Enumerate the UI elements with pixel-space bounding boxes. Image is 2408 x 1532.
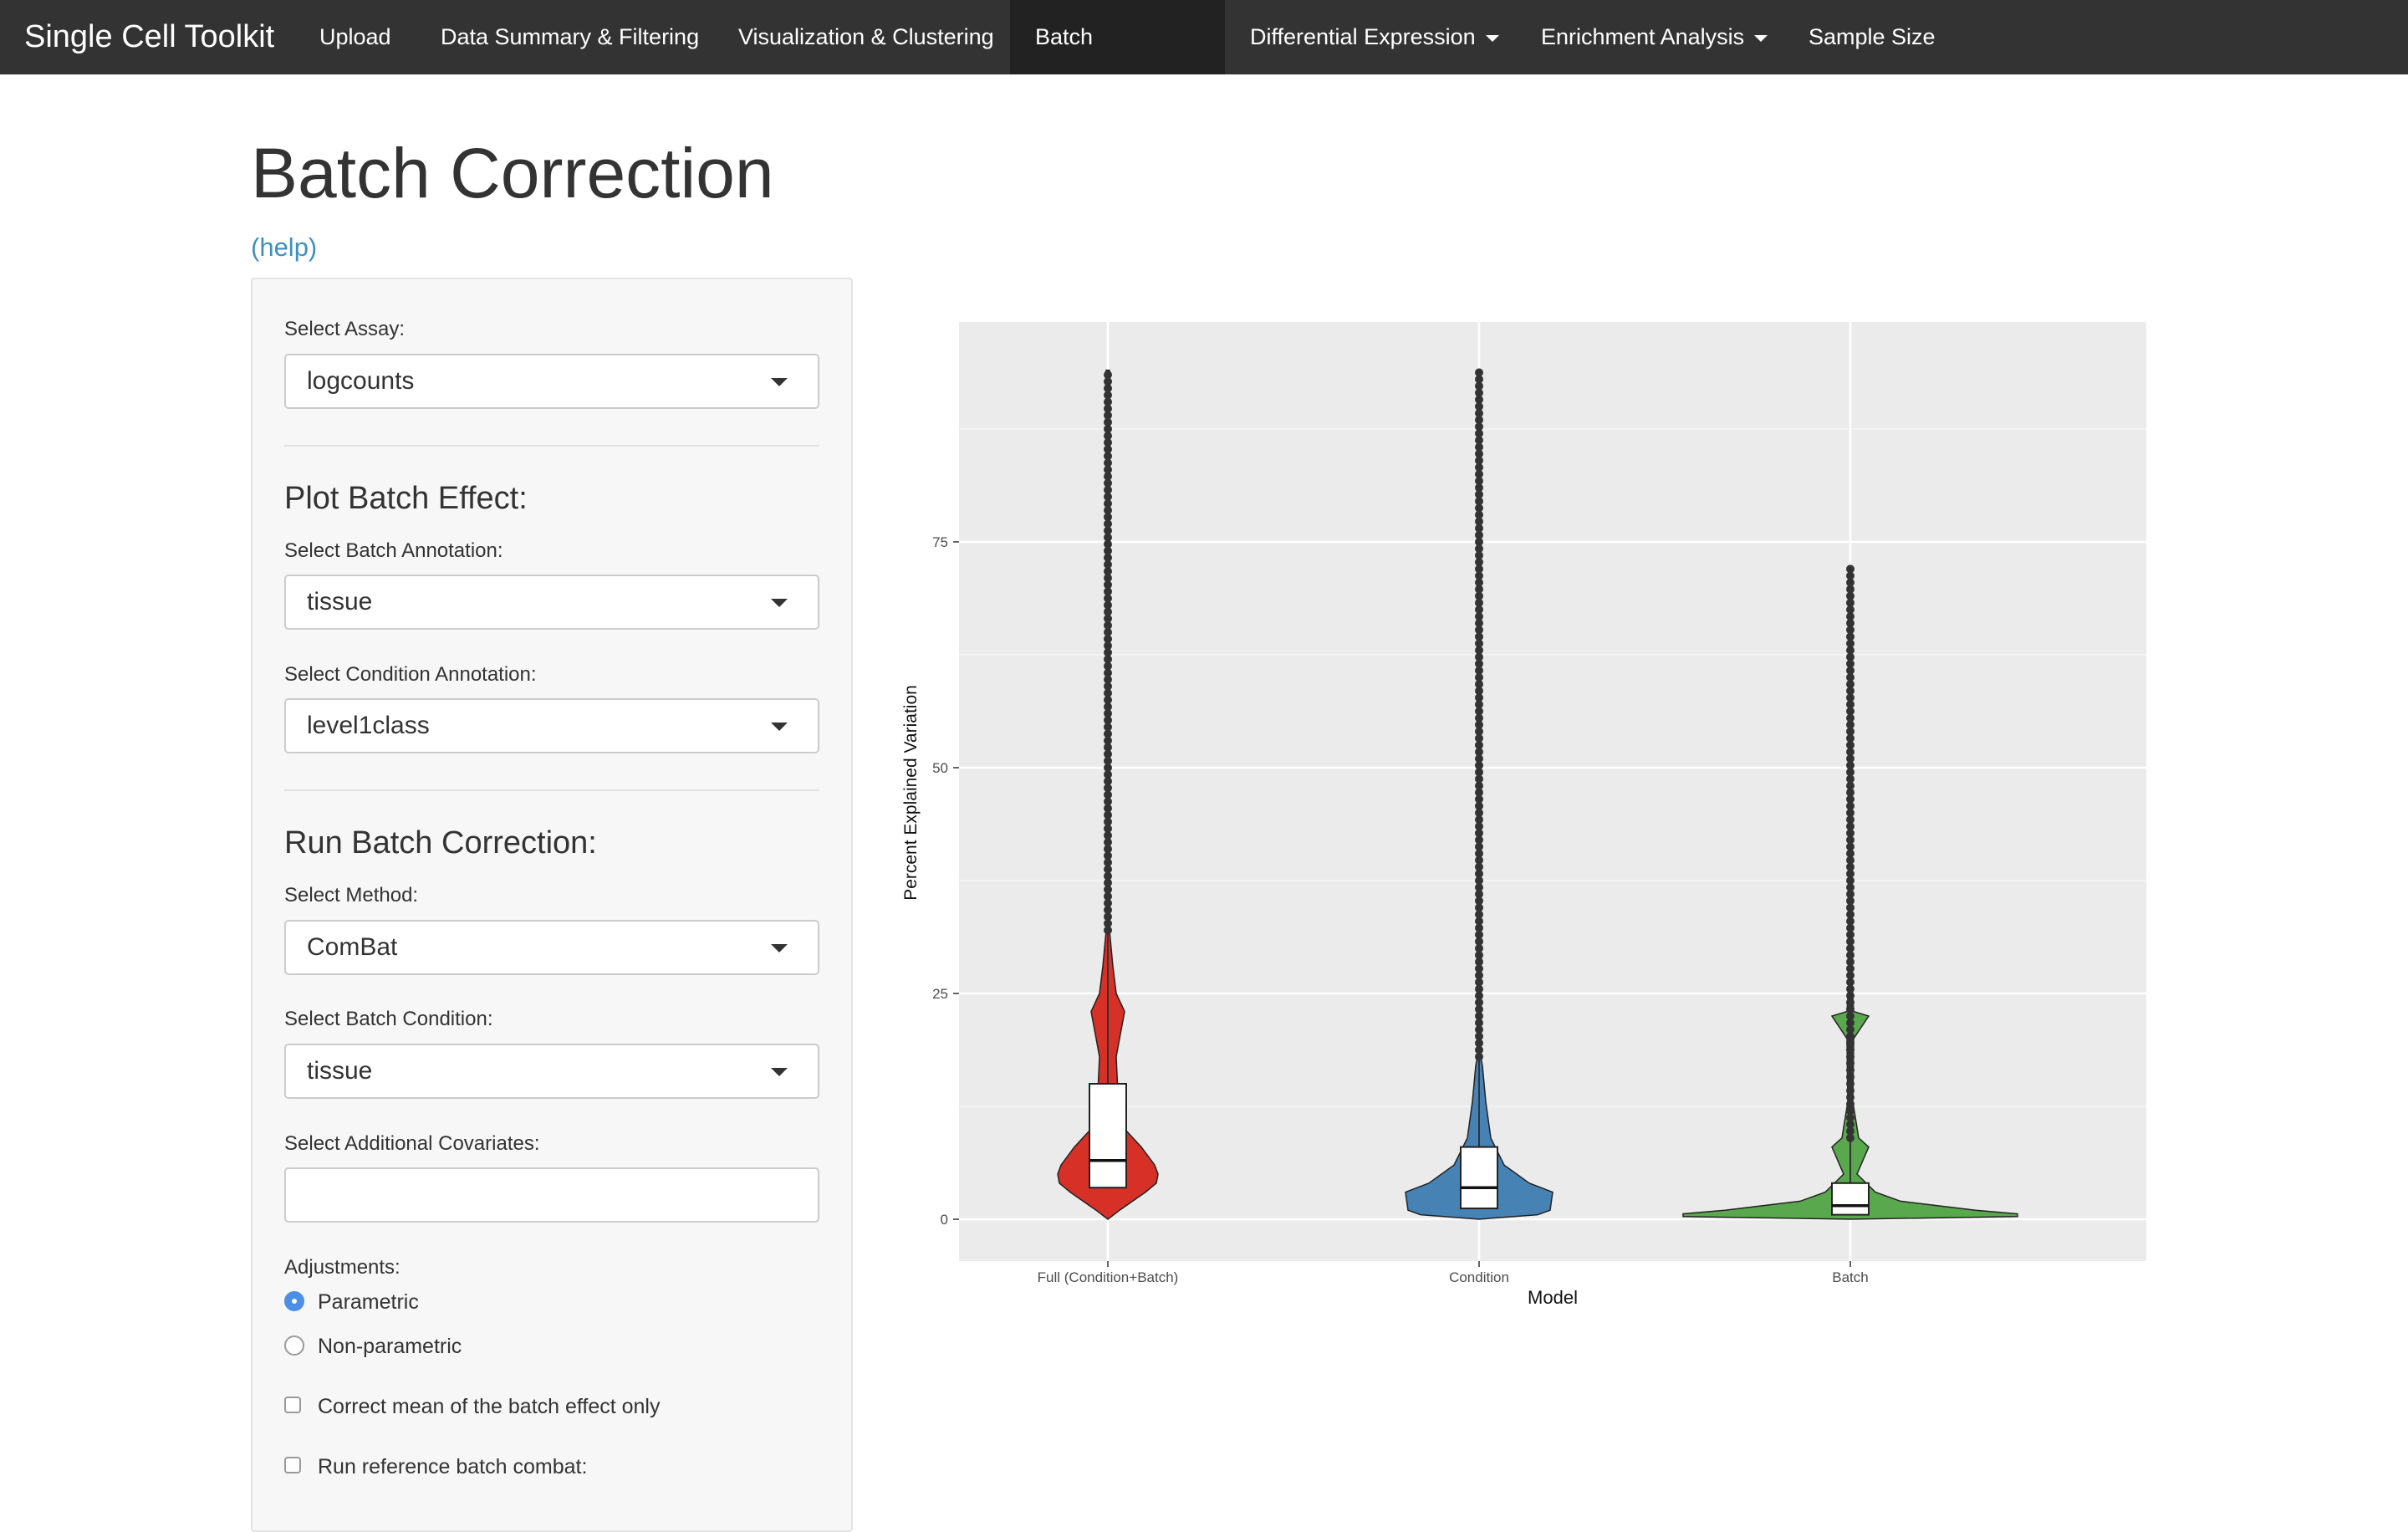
method-select-value: ComBat: [307, 933, 398, 961]
condition-annotation-select[interactable]: level1class: [284, 698, 819, 753]
nav-batch-correction[interactable]: Batch Correction: [1010, 0, 1225, 124]
radio-parametric-label: Parametric: [318, 1290, 419, 1314]
batch-effect-plot: 0 25 50 75 Full (Condition+Batch) Condition B…: [886, 309, 2174, 1313]
nav-differential-expression[interactable]: Differential Expression: [1225, 0, 1524, 74]
violin-chart: 0 25 50 75 Full (Condition+Batch) Condition B…: [901, 322, 2146, 1308]
checkbox-mean-only-label: Correct mean of the batch effect only: [318, 1395, 661, 1418]
outlier-point: [1475, 368, 1483, 377]
batch-condition-label: Select Batch Condition:: [284, 1008, 493, 1030]
condition-annotation-value: level1class: [307, 712, 430, 739]
chevron-down-icon: [1485, 34, 1499, 42]
divider: [284, 789, 819, 791]
covariates-input[interactable]: [284, 1167, 819, 1223]
y-tick-label: 50: [932, 760, 948, 776]
batch-annotation-select[interactable]: tissue: [284, 574, 819, 630]
dropdown-arrow-icon: [771, 1068, 788, 1076]
nav-data-summary-filtering[interactable]: Data Summary & Filtering: [416, 0, 724, 74]
x-axis-label: Model: [1528, 1287, 1578, 1308]
nav-sample-size[interactable]: Sample Size: [1783, 0, 1961, 74]
radio-checked-icon[interactable]: [284, 1291, 304, 1311]
adjustments-label: Adjustments:: [284, 1256, 400, 1279]
box: [1089, 1083, 1127, 1189]
plot-background: [959, 322, 2146, 1261]
nav-visualization-clustering[interactable]: Visualization & Clustering: [713, 0, 1019, 74]
plot-batch-effect-heading: Plot Batch Effect:: [284, 481, 528, 516]
run-batch-correction-heading: Run Batch Correction:: [284, 825, 597, 860]
batch-annotation-value: tissue: [307, 588, 373, 615]
y-tick-label: 25: [932, 986, 948, 1002]
condition-annotation-label: Select Condition Annotation:: [284, 663, 537, 686]
x-tick-label: Condition: [1449, 1269, 1509, 1285]
checkbox-icon[interactable]: [284, 1457, 301, 1473]
outlier-point: [1104, 370, 1112, 380]
x-tick-label: Batch: [1832, 1269, 1868, 1285]
app-brand[interactable]: Single Cell Toolkit: [24, 0, 274, 74]
dropdown-arrow-icon: [771, 723, 788, 731]
y-axis-ticks: 0 25 50 75: [932, 534, 959, 1228]
nav-enrichment-analysis[interactable]: Enrichment Analysis: [1516, 0, 1793, 74]
y-tick-label: 75: [932, 534, 948, 550]
method-label: Select Method:: [284, 884, 419, 906]
batch-condition-select[interactable]: tissue: [284, 1044, 819, 1099]
top-navbar: Single Cell Toolkit Upload Data Summary …: [0, 0, 2408, 124]
assay-label: Select Assay:: [284, 318, 406, 340]
radio-non-parametric-label: Non-parametric: [318, 1335, 462, 1358]
box: [1831, 1182, 1870, 1216]
box: [1460, 1146, 1498, 1210]
y-axis-label: Percent Explained Variation: [901, 685, 921, 901]
x-tick-label: Full (Condition+Batch): [1038, 1269, 1179, 1285]
assay-select-value: logcounts: [307, 367, 415, 395]
divider: [284, 445, 819, 447]
batch-condition-value: tissue: [307, 1057, 373, 1085]
checkbox-ref-batch-label: Run reference batch combat:: [318, 1455, 588, 1478]
radio-unchecked-icon[interactable]: [284, 1335, 304, 1356]
y-tick-label: 0: [941, 1212, 948, 1228]
outlier-point: [1846, 564, 1854, 574]
x-axis-ticks: Full (Condition+Batch) Condition Batch: [1038, 1261, 1869, 1285]
covariates-label: Select Additional Covariates:: [284, 1132, 540, 1155]
checkbox-icon[interactable]: [284, 1397, 301, 1413]
dropdown-arrow-icon: [771, 599, 788, 607]
dropdown-arrow-icon: [771, 378, 788, 386]
assay-select[interactable]: logcounts: [284, 354, 819, 409]
chevron-down-icon: [1754, 34, 1768, 42]
page-title: Batch Correction: [251, 134, 774, 212]
batch-annotation-label: Select Batch Annotation:: [284, 539, 503, 562]
nav-upload[interactable]: Upload: [294, 0, 416, 74]
dropdown-arrow-icon: [771, 944, 788, 952]
method-select[interactable]: ComBat: [284, 920, 819, 975]
help-link[interactable]: (help): [251, 232, 317, 263]
